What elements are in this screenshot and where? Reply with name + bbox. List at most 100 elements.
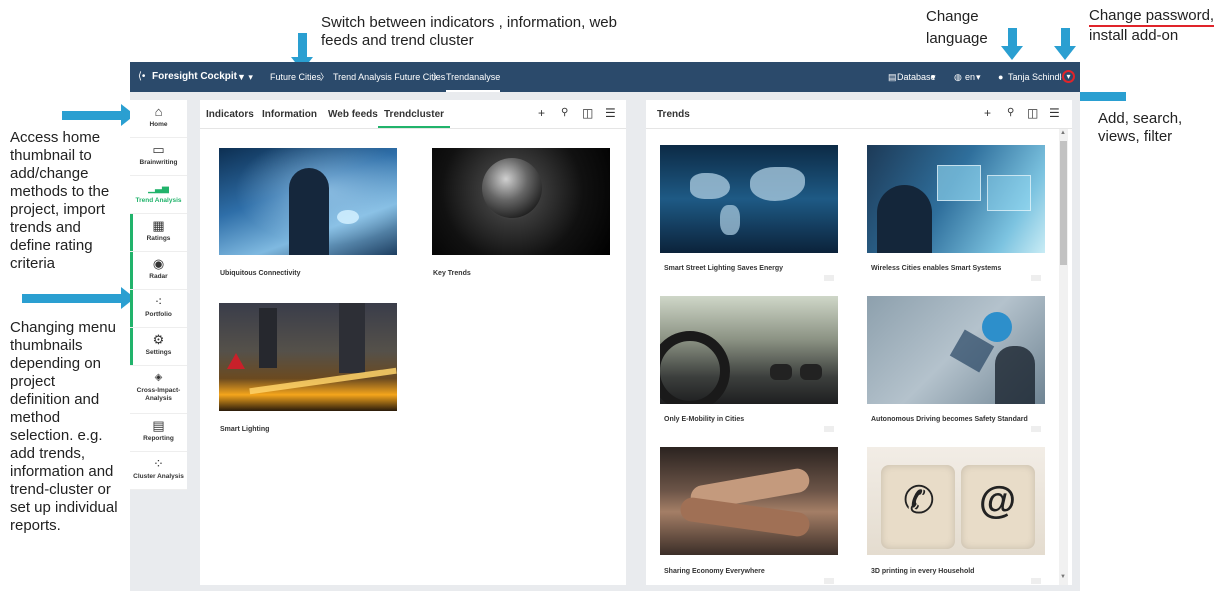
sidebar-item-brainwriting[interactable]: ▭ Brainwriting [130, 138, 187, 176]
annotation-line: views, filter [1098, 128, 1173, 145]
radar-icon: ◉ [152, 256, 165, 271]
user-menu[interactable]: Tanja Schindler [1008, 62, 1062, 92]
card-image-hands[interactable] [660, 447, 838, 555]
annotation-line: feeds and trend cluster [321, 32, 474, 49]
sidebar-item-label: Trend Analysis [135, 197, 182, 204]
sidebar-item-cluster-analysis[interactable]: ⁘ Cluster Analysis [130, 452, 187, 490]
card-image-cubes[interactable]: ✆ @ [867, 447, 1045, 555]
add-icon[interactable]: + [538, 106, 545, 120]
card-title: Ubiquitous Connectivity [220, 270, 301, 277]
right-panel-header: Trends + ⚲ ◫ ☰ [646, 100, 1072, 129]
sidebar-item-settings[interactable]: ⚙ Settings [130, 328, 187, 366]
database-menu[interactable]: Database [897, 62, 936, 92]
breadcrumb-item[interactable]: Trend Analysis Future Cities [333, 62, 445, 92]
annotation-line: Access home [10, 129, 101, 146]
annotation-line: language [926, 30, 988, 47]
scrollbar-up-icon[interactable]: ▲ [1060, 130, 1066, 136]
arrow-home [62, 111, 122, 120]
lock-tile [987, 175, 1031, 211]
user-dropdown-button[interactable]: ▾ [1062, 70, 1075, 83]
search-icon[interactable]: ⚲ [561, 106, 568, 120]
continent-shape [690, 173, 730, 199]
annotation-line: Add, search, [1098, 110, 1183, 127]
chevron-down-icon: ▾ [931, 72, 936, 82]
user-icon: ● [998, 72, 1004, 82]
building-shape [259, 308, 277, 368]
arrow-password-head [1054, 46, 1076, 60]
gears-icon: ⚙ [152, 332, 165, 347]
tab-trendcluster[interactable]: Trendcluster [378, 100, 451, 128]
scrollbar-down-icon[interactable]: ▼ [1060, 574, 1066, 580]
left-panel: Indicators Information Web feeds Trendcl… [200, 100, 626, 585]
add-icon[interactable]: + [984, 106, 991, 120]
card-image-smart-lighting[interactable] [219, 303, 397, 411]
card-image-car-interior[interactable] [660, 296, 838, 404]
right-panel: Trends + ⚲ ◫ ☰ ▲ ▼ Smart Street Lighting… [646, 100, 1072, 585]
annotation-line: project, import [10, 201, 106, 218]
card-title: Smart Street Lighting Saves Energy [664, 265, 784, 272]
card-image-key-trends[interactable] [432, 148, 610, 255]
card-image-world-map[interactable] [660, 145, 838, 253]
sphere-shape [482, 158, 542, 218]
cluster-icon: ⁘ [153, 456, 164, 471]
hand-shape [995, 346, 1035, 404]
tab-web-feeds[interactable]: Web feeds [328, 100, 378, 128]
tab-indicators[interactable]: Indicators [206, 100, 254, 128]
sidebar-item-label: Home [149, 121, 168, 128]
filter-icon[interactable]: ☰ [1049, 106, 1060, 120]
active-submenu-bar [130, 328, 133, 365]
view-columns-icon[interactable]: ◫ [1027, 106, 1038, 120]
arrow-language [1008, 28, 1017, 48]
sidebar-item-portfolio[interactable]: ⁖ Portfolio [130, 290, 187, 328]
brand-name[interactable]: Foresight Cockpit [152, 62, 237, 92]
search-icon[interactable]: ⚲ [1007, 106, 1014, 120]
database-icon: ▤ [888, 72, 897, 82]
panel-title: Trends [657, 109, 690, 120]
sidebar: ⌂ Home ▭ Brainwriting ▁▃▅ Trend Analysis… [130, 100, 187, 490]
card-image-cyber-security[interactable] [867, 296, 1045, 404]
vent-shape [770, 364, 792, 380]
sidebar-item-label: Settings [145, 349, 172, 356]
filter-icon[interactable]: ☰ [605, 106, 616, 120]
card-icon [824, 275, 834, 281]
sidebar-item-cross-impact[interactable]: ◈ Cross-Impact-Analysis [130, 366, 187, 414]
home-icon: ⌂ [154, 104, 163, 119]
annotation-line: install add-on [1089, 27, 1179, 44]
tab-information[interactable]: Information [262, 100, 317, 128]
annotation-line: selection. e.g. [10, 427, 103, 444]
breadcrumb-item[interactable]: Future Cities [270, 62, 321, 92]
card-icon [824, 426, 834, 432]
top-navbar: ⟨• Foresight Cockpit ▼ ▾ Future Cities 〉… [130, 62, 1080, 92]
annotation-line: depending on [10, 355, 101, 372]
lock-tile [937, 165, 981, 201]
annotation-line: information and [10, 463, 114, 480]
card-icon [1031, 275, 1041, 281]
sidebar-item-reporting[interactable]: ▤ Reporting [130, 414, 187, 452]
sidebar-item-radar[interactable]: ◉ Radar [130, 252, 187, 290]
person-silhouette [289, 168, 329, 255]
card-title: Key Trends [433, 270, 471, 277]
arrow-top-center [298, 33, 307, 58]
person-silhouette [877, 185, 932, 253]
sidebar-item-ratings[interactable]: ▦ Ratings [130, 214, 187, 252]
sign-triangle [227, 353, 245, 369]
view-columns-icon[interactable]: ◫ [582, 106, 593, 120]
phone-icon: ✆ [903, 480, 935, 522]
sidebar-item-trend-analysis[interactable]: ▁▃▅ Trend Analysis [130, 176, 187, 214]
scrollbar[interactable]: ▲ ▼ [1059, 129, 1068, 585]
language-select[interactable]: en [965, 62, 975, 92]
breadcrumb-item-active[interactable]: Trendanalyse [446, 62, 501, 92]
card-image-ubiquitous-connectivity[interactable] [219, 148, 397, 255]
annotation-left-home: Access home thumbnail to add/change meth… [10, 129, 109, 273]
scrollbar-thumb[interactable] [1060, 141, 1067, 265]
active-submenu-bar [130, 214, 133, 251]
card-title: Only E-Mobility in Cities [664, 416, 745, 423]
glow-hand [337, 210, 359, 224]
sidebar-item-home[interactable]: ⌂ Home [130, 100, 187, 138]
card-icon [1031, 426, 1041, 432]
bookmark-icon[interactable]: ▼ ▾ [237, 62, 253, 92]
annotation-change-language: Change language [926, 8, 988, 48]
card-image-security[interactable] [867, 145, 1045, 253]
annotation-change-password: Change password, install add-on [1089, 7, 1215, 45]
arrow-password [1061, 28, 1070, 48]
